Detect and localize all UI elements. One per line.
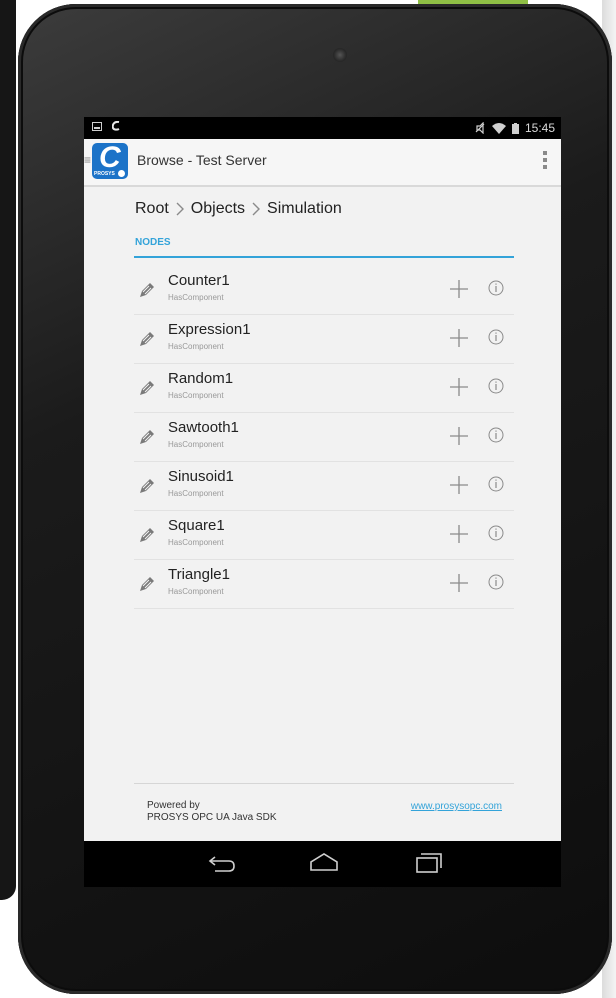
- pencil-icon: [140, 577, 154, 591]
- section-title: NODES: [135, 237, 171, 248]
- home-icon[interactable]: [308, 851, 340, 875]
- front-camera: [333, 48, 347, 62]
- recents-icon[interactable]: [413, 851, 443, 875]
- pencil-icon: [140, 381, 154, 395]
- plus-icon[interactable]: [448, 425, 470, 447]
- up-indicator-icon[interactable]: ≡: [84, 153, 91, 167]
- list-item[interactable]: Expression1 HasComponent: [134, 315, 514, 364]
- node-name: Sinusoid1: [168, 468, 234, 485]
- app-icon[interactable]: C PROSYS: [92, 143, 128, 179]
- status-time: 15:45: [524, 121, 555, 135]
- pencil-icon: [140, 528, 154, 542]
- back-icon[interactable]: [207, 851, 237, 875]
- plus-icon[interactable]: [448, 376, 470, 398]
- powered-by-line1: Powered by: [147, 800, 200, 811]
- node-name: Sawtooth1: [168, 419, 239, 436]
- powered-by-line2: PROSYS OPC UA Java SDK: [147, 812, 277, 823]
- app-icon-brand: PROSYS: [94, 171, 115, 177]
- content-area: Root Objects Simulation NODES Counter1 H…: [134, 185, 514, 837]
- status-right-icons: 15:45: [474, 121, 555, 135]
- node-list: Counter1 HasComponent Expression1 HasCom…: [134, 266, 514, 609]
- breadcrumb: Root Objects Simulation: [135, 200, 342, 218]
- info-icon[interactable]: [488, 378, 504, 394]
- pencil-icon: [140, 283, 154, 297]
- breadcrumb-objects[interactable]: Objects: [191, 200, 245, 218]
- pencil-icon: [140, 430, 154, 444]
- action-bar-title: Browse - Test Server: [137, 152, 267, 168]
- chevron-right-icon: [176, 202, 184, 216]
- app-icon-dot: [118, 170, 125, 177]
- node-name: Expression1: [168, 321, 251, 338]
- action-bar: ≡ C PROSYS Browse - Test Server: [84, 139, 561, 187]
- node-reference-type: HasComponent: [168, 293, 224, 302]
- status-left-icons: [92, 121, 120, 131]
- list-item[interactable]: Sawtooth1 HasComponent: [134, 413, 514, 462]
- info-icon[interactable]: [488, 476, 504, 492]
- status-bar: 15:45: [84, 117, 561, 139]
- node-reference-type: HasComponent: [168, 587, 224, 596]
- node-reference-type: HasComponent: [168, 538, 224, 547]
- plus-icon[interactable]: [448, 278, 470, 300]
- list-item[interactable]: Random1 HasComponent: [134, 364, 514, 413]
- node-name: Triangle1: [168, 566, 230, 583]
- section-header-nodes: NODES: [134, 236, 514, 258]
- info-icon[interactable]: [488, 525, 504, 541]
- node-reference-type: HasComponent: [168, 342, 224, 351]
- node-name: Counter1: [168, 272, 230, 289]
- plus-icon[interactable]: [448, 572, 470, 594]
- overflow-menu-icon[interactable]: [543, 151, 547, 169]
- info-icon[interactable]: [488, 574, 504, 590]
- list-item[interactable]: Sinusoid1 HasComponent: [134, 462, 514, 511]
- plus-icon[interactable]: [448, 474, 470, 496]
- node-reference-type: HasComponent: [168, 391, 224, 400]
- plus-icon[interactable]: [448, 327, 470, 349]
- navigation-bar: [84, 841, 561, 887]
- background-device-left: [0, 0, 16, 900]
- pencil-icon: [140, 332, 154, 346]
- chevron-right-icon: [252, 202, 261, 216]
- prosys-website-link[interactable]: www.prosysopc.com: [411, 801, 502, 812]
- list-item[interactable]: Counter1 HasComponent: [134, 266, 514, 315]
- breadcrumb-root[interactable]: Root: [135, 200, 169, 218]
- node-name: Random1: [168, 370, 234, 387]
- powered-by-text: Powered by PROSYS OPC UA Java SDK: [147, 800, 277, 824]
- pencil-icon: [140, 479, 154, 493]
- plus-icon[interactable]: [448, 523, 470, 545]
- info-icon[interactable]: [488, 427, 504, 443]
- battery-icon: [511, 122, 519, 134]
- device-screen: 15:45 ≡ C PROSYS Browse - Test Server Ro…: [84, 117, 561, 887]
- node-name: Square1: [168, 517, 225, 534]
- wifi-icon: [491, 122, 506, 134]
- app-notification-icon: [112, 121, 120, 131]
- info-icon[interactable]: [488, 280, 504, 296]
- list-item[interactable]: Triangle1 HasComponent: [134, 560, 514, 609]
- info-icon[interactable]: [488, 329, 504, 345]
- list-item[interactable]: Square1 HasComponent: [134, 511, 514, 560]
- mute-icon: [475, 122, 485, 134]
- gallery-notification-icon: [92, 121, 102, 131]
- breadcrumb-simulation[interactable]: Simulation: [267, 200, 342, 218]
- node-reference-type: HasComponent: [168, 440, 224, 449]
- node-reference-type: HasComponent: [168, 489, 224, 498]
- footer: Powered by PROSYS OPC UA Java SDK www.pr…: [134, 783, 514, 840]
